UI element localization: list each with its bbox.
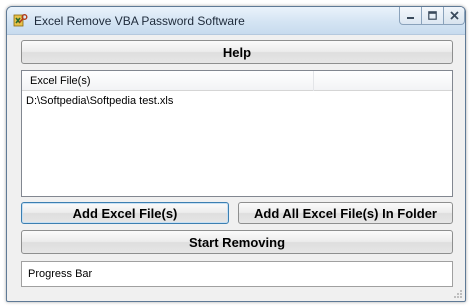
window-title: Excel Remove VBA Password Software — [34, 14, 245, 28]
column-header-excel-files[interactable]: Excel File(s) — [22, 71, 314, 91]
close-icon — [449, 11, 459, 20]
resize-grip-icon[interactable] — [453, 289, 463, 299]
close-button[interactable] — [443, 7, 465, 25]
app-window: Excel Remove VBA Password Software Help … — [6, 6, 466, 302]
help-button[interactable]: Help — [21, 40, 453, 64]
column-header-blank[interactable] — [314, 71, 452, 91]
excel-files-list[interactable]: Excel File(s) D:\Softpedia\Softpedia tes… — [21, 70, 453, 197]
excel-key-icon — [13, 14, 28, 27]
add-folder-button[interactable]: Add All Excel File(s) In Folder — [238, 202, 453, 224]
list-header: Excel File(s) — [22, 71, 452, 91]
minimize-icon — [407, 17, 414, 19]
minimize-button[interactable] — [399, 7, 422, 25]
maximize-icon — [428, 11, 437, 20]
maximize-button[interactable] — [421, 7, 444, 25]
add-excel-files-button[interactable]: Add Excel File(s) — [21, 202, 229, 224]
list-item[interactable]: D:\Softpedia\Softpedia test.xls — [26, 95, 173, 107]
progress-bar: Progress Bar — [21, 261, 453, 287]
title-bar[interactable]: Excel Remove VBA Password Software — [7, 7, 465, 35]
start-removing-button[interactable]: Start Removing — [21, 230, 453, 254]
progress-label: Progress Bar — [28, 268, 93, 280]
